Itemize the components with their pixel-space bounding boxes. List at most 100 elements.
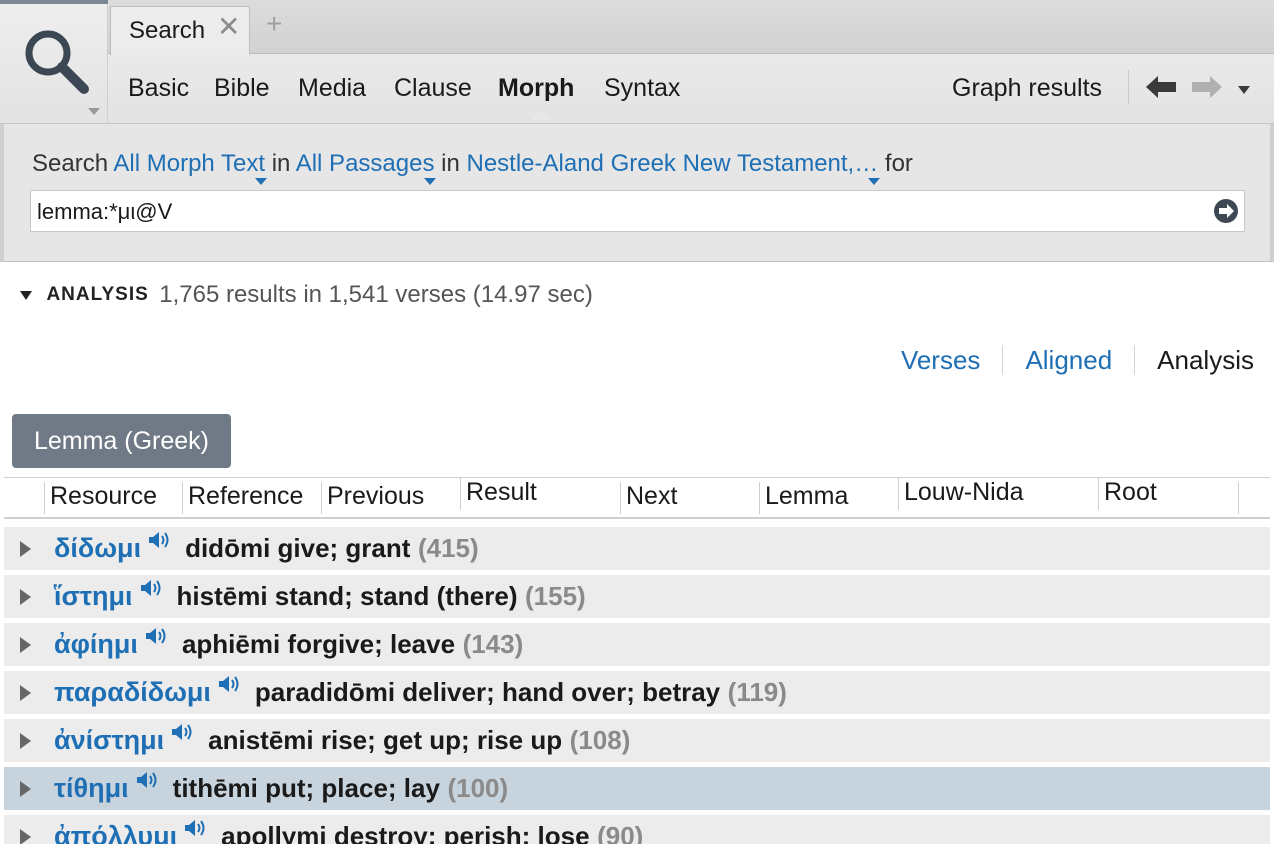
expand-triangle-icon[interactable] (20, 781, 31, 797)
lemma-row[interactable]: ἀνίστημι anistēmi rise; get up; rise up (… (4, 719, 1270, 763)
graph-results-button[interactable]: Graph results (952, 74, 1102, 103)
hit-count: (155) (525, 581, 586, 611)
passage-scope-dropdown[interactable]: All Passages (295, 150, 437, 185)
for-label: for (884, 150, 913, 177)
history-menu-chevron-icon[interactable] (1238, 86, 1250, 94)
lemma-gloss: didōmi give; grant (185, 533, 411, 563)
chevron-down-icon (424, 178, 437, 185)
go-arrow-icon[interactable] (1214, 199, 1238, 223)
group-by-lemma-button[interactable]: Lemma (Greek) (12, 414, 231, 468)
lemma-row[interactable]: δίδωμι didōmi give; grant (415) (4, 527, 1270, 571)
lemma-link[interactable]: ἀνίστημι (54, 725, 164, 755)
speaker-icon[interactable] (170, 721, 196, 743)
expand-triangle-icon[interactable] (20, 829, 31, 844)
nav-clause[interactable]: Clause (394, 74, 472, 103)
lemma-row[interactable]: ἀφίημι aphiēmi forgive; leave (143) (4, 623, 1270, 667)
expand-triangle-icon[interactable] (20, 637, 31, 653)
close-icon[interactable]: ✕ (217, 13, 240, 41)
column-previous[interactable]: Previous (321, 482, 460, 514)
column-louw-nida[interactable]: Louw-Nida (898, 478, 1098, 510)
hit-count: (415) (417, 533, 479, 563)
header-accent-line (0, 0, 108, 4)
view-switcher: Verses Aligned Analysis (879, 345, 1254, 376)
lemma-gloss: tithēmi put; place; lay (172, 773, 440, 803)
resource-label: Nestle-Aland Greek New Testament,… (466, 150, 879, 177)
lemma-row[interactable]: ἀπόλλυμι apollymi destroy; perish; lose (… (4, 815, 1270, 844)
query-scope-line: Search All Morph Text in All Passages in… (32, 150, 913, 185)
lemma-link[interactable]: ἀφίημι (54, 629, 138, 659)
lemma-link[interactable]: ἀπόλλυμι (54, 821, 177, 844)
nav-basic[interactable]: Basic (128, 74, 189, 103)
search-menu-button[interactable] (0, 0, 108, 124)
nav-bible[interactable]: Bible (214, 74, 270, 103)
speaker-icon[interactable] (144, 625, 170, 647)
view-aligned-link[interactable]: Aligned (1003, 345, 1136, 375)
analysis-section-header[interactable]: ANALYSIS 1,765 results in 1,541 verses (… (20, 281, 593, 309)
active-nav-indicator (532, 110, 552, 120)
column-result[interactable]: Result (460, 478, 620, 510)
speaker-icon[interactable] (147, 529, 173, 551)
lemma-row-selected[interactable]: τίθημι tithēmi put; place; lay (100) (4, 767, 1270, 811)
speaker-icon[interactable] (183, 817, 209, 839)
lemma-gloss: aphiēmi forgive; leave (181, 629, 456, 659)
speaker-icon[interactable] (139, 577, 165, 599)
nav-syntax[interactable]: Syntax (604, 74, 680, 103)
lemma-gloss: histēmi stand; stand (there) (176, 581, 518, 611)
lemma-gloss: anistēmi rise; get up; rise up (208, 725, 563, 755)
speaker-icon[interactable] (217, 673, 243, 695)
hit-count: (108) (569, 725, 631, 755)
column-lemma[interactable]: Lemma (759, 482, 898, 514)
expand-triangle-icon[interactable] (20, 733, 31, 749)
hit-count: (143) (462, 629, 524, 659)
passage-scope-label: All Passages (295, 150, 435, 177)
column-root[interactable]: Root (1098, 478, 1238, 510)
view-verses-link[interactable]: Verses (879, 345, 1004, 375)
results-panel: ANALYSIS 1,765 results in 1,541 verses (… (0, 263, 1274, 844)
row-content: ἀνίστημι anistēmi rise; get up; rise up (… (54, 724, 631, 756)
column-next[interactable]: Next (620, 482, 759, 514)
nav-media[interactable]: Media (298, 74, 366, 103)
row-content: ἵστημι histēmi stand; stand (there) (155) (54, 580, 586, 612)
divider (1128, 70, 1129, 104)
hit-count: (90) (597, 821, 644, 844)
hit-count: (100) (447, 773, 509, 803)
lemma-row[interactable]: παραδίδωμι paradidōmi deliver; hand over;… (4, 671, 1270, 715)
search-input[interactable]: lemma:*μι@V (30, 190, 1245, 232)
expand-triangle-icon[interactable] (20, 541, 31, 557)
column-reference[interactable]: Reference (182, 482, 321, 514)
lemma-row[interactable]: ἵστημι histēmi stand; stand (there) (155) (4, 575, 1270, 619)
expand-triangle-icon[interactable] (20, 589, 31, 605)
tab-search[interactable]: Search ✕ (110, 6, 250, 55)
lemma-gloss: apollymi destroy; perish; lose (221, 821, 590, 844)
resource-dropdown[interactable]: Nestle-Aland Greek New Testament,… (466, 150, 881, 185)
speaker-icon[interactable] (135, 769, 161, 791)
forward-arrow-icon[interactable] (1192, 76, 1222, 98)
lemma-link[interactable]: δίδωμι (54, 533, 141, 563)
results-summary: 1,765 results in 1,541 verses (14.97 sec… (159, 281, 593, 308)
hit-count: (119) (727, 677, 787, 707)
in-label: in (441, 150, 460, 177)
chevron-down-icon (868, 178, 881, 185)
lemma-link[interactable]: ἵστημι (54, 581, 133, 611)
search-type-nav: Basic Bible Media Clause Morph Syntax Gr… (108, 56, 1274, 123)
lemma-gloss: paradidōmi deliver; hand over; betray (254, 677, 721, 707)
chevron-down-icon (255, 178, 268, 185)
text-scope-label: All Morph Text (113, 150, 266, 177)
search-input-value: lemma:*μι@V (37, 199, 173, 224)
text-scope-dropdown[interactable]: All Morph Text (113, 150, 268, 185)
magnifier-icon (25, 30, 89, 94)
view-analysis-tab[interactable]: Analysis (1135, 345, 1254, 375)
row-content: τίθημι tithēmi put; place; lay (100) (54, 772, 509, 804)
expand-triangle-icon[interactable] (20, 685, 31, 701)
lemma-link[interactable]: παραδίδωμι (54, 677, 211, 707)
nav-morph[interactable]: Morph (498, 74, 574, 103)
tab-strip: Search ✕ + (108, 0, 1274, 55)
column-resource[interactable]: Resource (44, 482, 182, 514)
add-tab-icon[interactable]: + (266, 10, 282, 38)
back-arrow-icon[interactable] (1146, 76, 1176, 98)
lemma-link[interactable]: τίθημι (54, 773, 129, 803)
collapse-triangle-icon (20, 290, 32, 300)
analysis-label: ANALYSIS (46, 284, 149, 305)
tab-label: Search (129, 17, 206, 44)
chevron-down-icon (88, 108, 100, 115)
